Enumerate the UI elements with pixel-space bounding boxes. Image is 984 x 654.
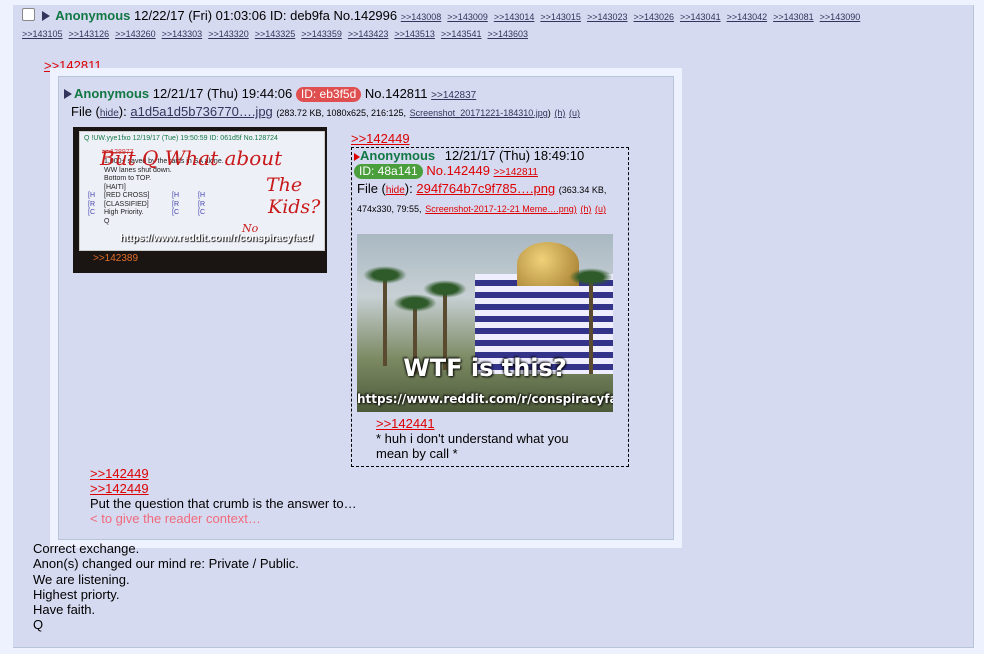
nested-post-body: >>142441 * huh i don't understand what y… <box>376 416 569 461</box>
post-date: 12/21/17 (Thu) 19:44:06 <box>152 86 293 101</box>
original-filename-link[interactable]: Screenshot-2017-12-21 Meme….png) <box>425 204 577 214</box>
body-line: We are listening. <box>33 571 130 587</box>
nested-post-header-2: ID: 48a141 No.142449 >>142811 <box>354 163 538 180</box>
backlink[interactable]: >>143026 <box>633 12 674 22</box>
post-number[interactable]: No.142811 <box>365 86 428 101</box>
body-line: mean by call * <box>376 446 458 461</box>
post-menu-arrow-icon[interactable] <box>64 89 72 99</box>
handwriting-overlay: Kids? <box>268 196 321 218</box>
quote-link[interactable]: >>142449 <box>90 466 149 481</box>
poster-name: Anonymous <box>74 86 150 101</box>
body-line: Q <box>33 617 44 633</box>
backlink[interactable]: >>143014 <box>494 12 535 22</box>
backlink[interactable]: >>143042 <box>727 12 768 22</box>
greentext-line: < to give the reader context… <box>90 511 261 526</box>
inline-quoted-post: Anonymous 12/21/17 (Thu) 18:49:10 ID: 48… <box>351 147 629 467</box>
body-line: Put the question that crumb is the answe… <box>90 496 357 511</box>
quote-link[interactable]: >>142449 <box>351 131 410 146</box>
image-search-u-link[interactable]: (u) <box>595 204 606 214</box>
quote-link[interactable]: >>142441 <box>376 416 435 431</box>
body-line: * huh i don't understand what you <box>376 431 569 446</box>
backlink[interactable]: >>143325 <box>255 29 296 39</box>
quote-link[interactable]: >>142449 <box>90 481 149 496</box>
image-search-h-link[interactable]: (h) <box>580 204 591 214</box>
poster-id-badge[interactable]: ID: 48a141 <box>354 164 423 179</box>
handwriting-overlay: The <box>266 174 303 196</box>
backlink[interactable]: >>143090 <box>820 12 861 22</box>
hide-file-link[interactable]: hide <box>100 108 119 119</box>
file-meta: 474x330, 79:55, <box>357 204 422 214</box>
op-post-body: Correct exchange. Anon(s) changed our mi… <box>33 541 299 633</box>
quote-link[interactable]: >>142811 <box>44 58 102 73</box>
meme-url: https://www.reddit.com/r/conspiracyfact/ <box>357 392 613 406</box>
palm-tree <box>363 266 407 366</box>
body-line: Highest priorty. <box>33 586 120 602</box>
hide-file-link[interactable]: hide <box>386 185 405 196</box>
file-name-link[interactable]: 294f764b7c9f785….png <box>416 181 555 196</box>
backlink[interactable]: >>143008 <box>401 12 442 22</box>
thumb-col: [H [R [C <box>172 192 179 216</box>
backlinks-line1: >>143008 >>143009 >>143014 >>143015 >>143023… <box>401 8 866 23</box>
file-label-close: ): <box>404 181 413 196</box>
file-meta: (283.72 KB, 1080x625, 216:125, <box>276 108 407 118</box>
post-number[interactable]: No.142449 <box>426 163 490 178</box>
post-number[interactable]: No.142996 <box>334 8 398 23</box>
meme-caption: WTF is this? <box>403 354 567 382</box>
post-date: 12/22/17 (Fri) 01:03:06 <box>134 8 267 23</box>
backlink[interactable]: >>143015 <box>540 12 581 22</box>
quoted-post: Anonymous 12/21/17 (Thu) 19:44:06 ID: eb… <box>58 76 674 540</box>
post-thumbnail-image[interactable]: Q !UW.yye1fxo 12/19/17 (Tue) 19:50:59 ID… <box>73 127 327 273</box>
backlink[interactable]: >>143009 <box>447 12 488 22</box>
backlink[interactable]: >>143359 <box>301 29 342 39</box>
poster-name: Anonymous <box>360 148 436 163</box>
backlink[interactable]: >>143126 <box>69 29 110 39</box>
poster-name: Anonymous <box>55 8 131 23</box>
meme-image[interactable]: WTF is this? https://www.reddit.com/r/co… <box>357 234 613 412</box>
image-search-u-link[interactable]: (u) <box>569 108 580 118</box>
quoted-post-header: Anonymous 12/21/17 (Thu) 19:44:06 ID: eb… <box>64 86 476 103</box>
file-meta: (363.34 KB, <box>558 185 607 195</box>
post-menu-arrow-icon[interactable] <box>41 11 50 21</box>
backlink[interactable]: >>143081 <box>773 12 814 22</box>
quoted-post-body: >>142449 >>142449 Put the question that … <box>90 466 357 526</box>
file-label-close: ): <box>118 104 127 119</box>
paren-close: ) <box>547 108 551 118</box>
body-line: Have faith. <box>33 602 96 618</box>
original-filename-link[interactable]: Screenshot_20171221-184310.jpg <box>410 108 548 118</box>
backlink[interactable]: >>143423 <box>348 29 389 39</box>
backlink[interactable]: >>143541 <box>441 29 482 39</box>
body-line: Correct exchange. <box>33 541 140 556</box>
poster-id: ID: deb9fa <box>269 8 330 23</box>
image-search-h-link[interactable]: (h) <box>554 108 565 118</box>
backlink[interactable]: >>143105 <box>22 29 63 39</box>
post-date: 12/21/17 (Thu) 18:49:10 <box>444 148 585 163</box>
op-post-header: Anonymous 12/22/17 (Fri) 01:03:06 ID: de… <box>22 8 962 41</box>
thumb-col: [H [R [C <box>88 192 95 216</box>
thumb-header: Q !UW.yye1fxo 12/19/17 (Tue) 19:50:59 ID… <box>84 135 278 142</box>
backlink[interactable]: >>143041 <box>680 12 721 22</box>
post-select-checkbox[interactable] <box>22 8 35 21</box>
file-name-link[interactable]: a1d5a1d5b736770….jpg <box>130 104 272 119</box>
nested-post-header: Anonymous 12/21/17 (Thu) 18:49:10 <box>354 148 584 163</box>
backlink[interactable]: >>143023 <box>587 12 628 22</box>
backlink[interactable]: >>143603 <box>487 29 528 39</box>
nested-file-info: File (hide): 294f764b7c9f785….png (363.3… <box>357 180 623 218</box>
file-label: File ( <box>71 104 100 119</box>
file-label: File ( <box>357 181 386 196</box>
backlink[interactable]: >>143513 <box>394 29 435 39</box>
backlink[interactable]: >>143320 <box>208 29 249 39</box>
backlinks-line2: >>143105 >>143126 >>143260 >>143303 >>143320… <box>22 26 962 41</box>
backlink[interactable]: >>143260 <box>115 29 156 39</box>
backlink[interactable]: >>142811 <box>494 167 538 178</box>
thumb-quote-ref: >>142389 <box>93 253 139 264</box>
file-info: File (hide): a1d5a1d5b736770….jpg (283.7… <box>71 104 580 121</box>
backlink[interactable]: >>143303 <box>162 29 203 39</box>
thumb-col: [H [R [C <box>198 192 205 216</box>
handwriting-overlay: But Q What about <box>100 146 283 170</box>
backlink[interactable]: >>142837 <box>431 90 476 101</box>
poster-id-badge[interactable]: ID: eb3f5d <box>295 87 362 102</box>
thumb-url: https://www.reddit.com/r/conspiracyfact/ <box>120 233 313 244</box>
body-line: Anon(s) changed our mind re: Private / P… <box>33 556 299 572</box>
